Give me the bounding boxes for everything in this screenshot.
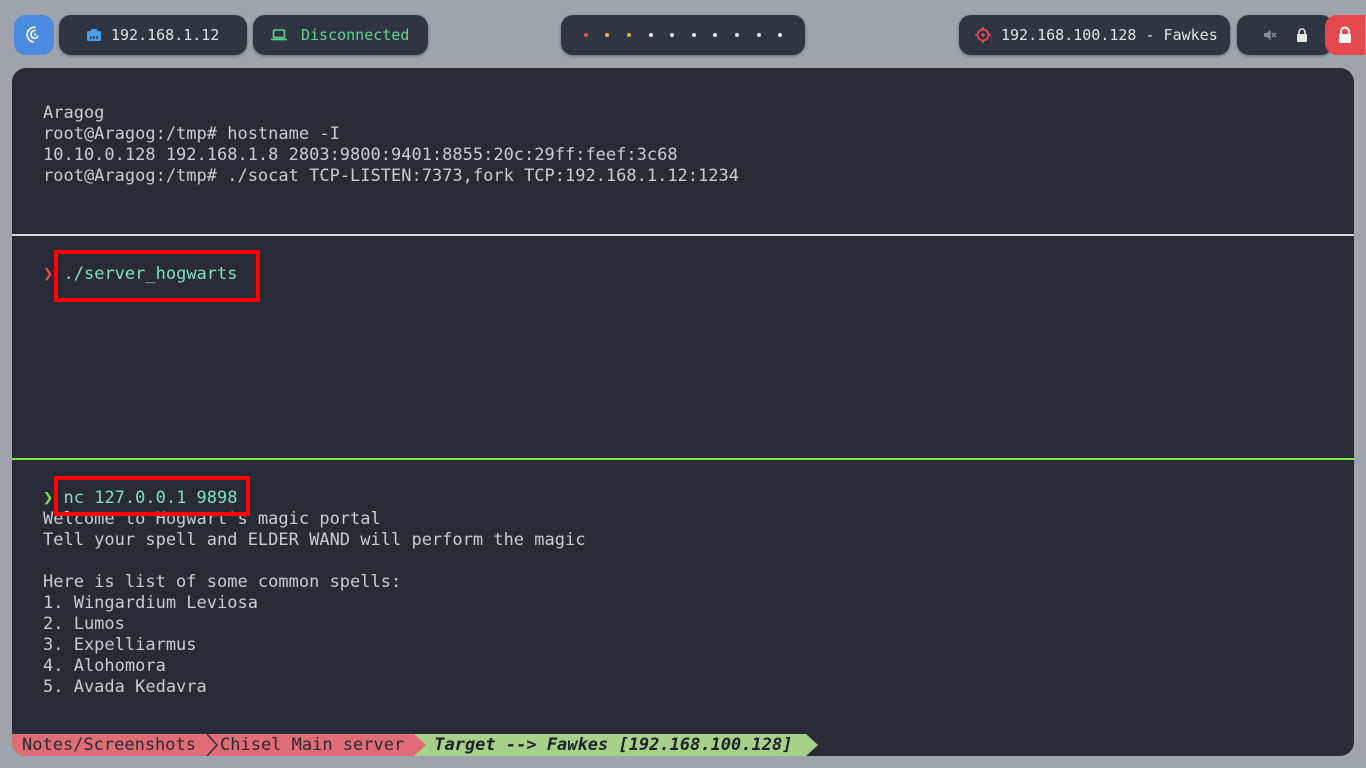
terminal-line: 10.10.0.128 192.168.1.8 2803:9800:9401:8… — [43, 145, 678, 165]
chevron-right-icon — [206, 734, 218, 756]
output-line: 5. Avada Kedavra — [43, 677, 207, 697]
status-segment-label: Chisel Main server — [220, 735, 405, 755]
top-bar: 192.168.1.12 Disconnected 192.168.100.12… — [0, 0, 1366, 68]
output-line: Here is list of some common spells: — [43, 572, 402, 592]
workspace-3[interactable] — [626, 33, 631, 37]
local-ip-widget[interactable]: 192.168.1.12 — [59, 15, 247, 55]
status-segment-notes[interactable]: Notes/Screenshots — [12, 734, 206, 756]
workspace-10[interactable] — [778, 33, 783, 37]
tmux-status-line: Notes/Screenshots Chisel Main server Tar… — [12, 734, 819, 756]
vpn-status-label: Disconnected — [301, 26, 410, 44]
debian-menu-button[interactable] — [14, 15, 54, 55]
terminal-pane-middle[interactable]: ❯ ./server_hogwarts — [12, 236, 1354, 458]
workspace-switcher[interactable] — [561, 15, 805, 55]
power-menu-button[interactable] — [1325, 15, 1365, 55]
status-segment-target[interactable]: Target --> Fawkes [192.168.100.128] — [426, 734, 807, 756]
vpn-status-widget[interactable]: Disconnected — [253, 15, 428, 55]
output-line: Tell your spell and ELDER WAND will perf… — [43, 530, 586, 550]
highlight-box — [54, 250, 260, 302]
terminal-pane-bottom[interactable]: ❯ nc 127.0.0.1 9898 Welcome to Hogwart's… — [12, 460, 1354, 734]
workspace-4[interactable] — [648, 33, 653, 37]
status-segment-label: Target --> Fawkes [192.168.100.128] — [434, 735, 793, 755]
output-line: 2. Lumos — [43, 614, 125, 634]
terminal-pane-top[interactable]: Aragog root@Aragog:/tmp# hostname -I 10.… — [12, 68, 1354, 234]
target-icon — [975, 27, 991, 43]
highlight-box — [54, 476, 250, 516]
lock-icon[interactable] — [1296, 28, 1308, 42]
status-separator — [414, 734, 427, 756]
workspace-7[interactable] — [713, 33, 718, 37]
status-segment-label: Notes/Screenshots — [22, 735, 196, 755]
prompt-symbol: ❯ — [43, 488, 54, 508]
terminal-line: root@Aragog:/tmp# hostname -I — [43, 124, 340, 144]
workspace-2[interactable] — [605, 33, 610, 37]
mute-icon[interactable] — [1263, 28, 1277, 42]
output-line: 3. Expelliarmus — [43, 635, 197, 655]
output-line: 1. Wingardium Leviosa — [43, 593, 258, 613]
workspace-1[interactable] — [583, 33, 588, 37]
terminal-line: root@Aragog:/tmp# ./socat TCP-LISTEN:737… — [43, 166, 739, 186]
workspace-8[interactable] — [734, 33, 739, 37]
ethernet-icon — [87, 29, 101, 41]
target-label: 192.168.100.128 - Fawkes — [1001, 26, 1218, 44]
laptop-icon — [271, 29, 287, 41]
local-ip-label: 192.168.1.12 — [111, 26, 220, 44]
workspace-5[interactable] — [670, 33, 675, 37]
output-line: 4. Alohomora — [43, 656, 166, 676]
workspace-9[interactable] — [756, 33, 761, 37]
terminal-window[interactable]: Aragog root@Aragog:/tmp# hostname -I 10.… — [12, 68, 1354, 756]
workspace-6[interactable] — [691, 33, 696, 37]
prompt-symbol: ❯ — [43, 264, 54, 284]
terminal-line: Aragog — [43, 103, 105, 123]
power-lock-icon — [1339, 26, 1351, 43]
status-separator-end — [806, 734, 819, 756]
status-segment-chisel[interactable]: Chisel Main server — [218, 734, 415, 756]
debian-icon — [26, 26, 39, 43]
system-tray — [1237, 15, 1333, 55]
target-widget[interactable]: 192.168.100.128 - Fawkes — [959, 15, 1230, 55]
